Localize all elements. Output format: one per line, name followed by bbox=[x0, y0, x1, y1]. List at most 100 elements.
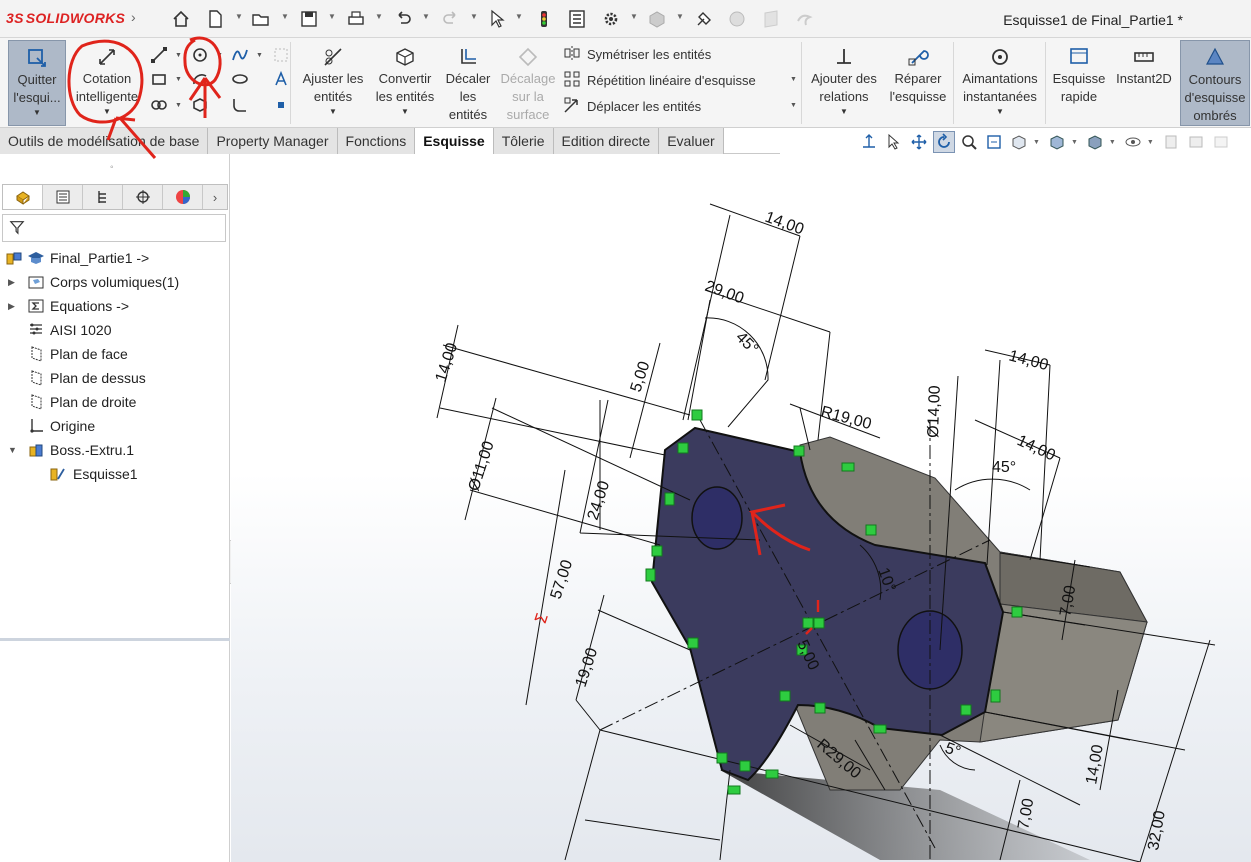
chevron-down-icon[interactable]: ▼ bbox=[1071, 139, 1078, 146]
filter-funnel-icon[interactable] bbox=[9, 219, 25, 238]
chevron-down-icon[interactable]: ▼ bbox=[103, 106, 111, 118]
chevron-down-icon[interactable]: ▼ bbox=[216, 52, 223, 59]
offset-entities-button[interactable]: Décaler les entités bbox=[441, 40, 495, 124]
hide-show-items-icon[interactable] bbox=[1122, 131, 1144, 153]
chevron-down-icon[interactable]: ▼ bbox=[175, 102, 182, 109]
move-entities-button[interactable]: Déplacer les entités bbox=[563, 95, 701, 117]
dim-45-top[interactable]: 45° bbox=[732, 329, 761, 358]
fillet-icon[interactable] bbox=[229, 94, 251, 116]
offset-on-surface-button[interactable]: Décalage sur la surface bbox=[497, 40, 559, 124]
print-icon[interactable] bbox=[345, 8, 367, 30]
dim-7-bottom[interactable]: 7,00 bbox=[1015, 797, 1037, 831]
sheet-icon[interactable] bbox=[760, 8, 782, 30]
smart-dimension-button[interactable]: Cotation intelligente ▼ bbox=[72, 40, 142, 118]
chevron-down-icon[interactable]: ▼ bbox=[33, 107, 41, 119]
chevron-down-icon[interactable]: ▼ bbox=[281, 12, 289, 21]
chevron-down-icon[interactable]: ▼ bbox=[840, 106, 848, 118]
chevron-down-icon[interactable]: ▼ bbox=[1033, 139, 1040, 146]
add-relations-button[interactable]: Ajouter des relations ▼ bbox=[806, 40, 882, 118]
edit-appearance-icon[interactable] bbox=[1160, 131, 1182, 153]
tree-item-part[interactable]: Final_Partie1 -> bbox=[0, 246, 230, 270]
trim-entities-button[interactable]: Ajuster les entités ▼ bbox=[298, 40, 368, 118]
chevron-down-icon[interactable]: ▼ bbox=[996, 106, 1004, 118]
tab-features[interactable]: Fonctions bbox=[337, 128, 416, 154]
convert-entities-button[interactable]: Convertir les entités ▼ bbox=[370, 40, 440, 118]
linear-pattern-button[interactable]: Répétition linéaire d'esquisse bbox=[563, 69, 756, 91]
dim-diameter-14[interactable]: Ø14,00 bbox=[925, 385, 944, 438]
tab-sheet-metal[interactable]: Tôlerie bbox=[493, 128, 554, 154]
dim-14-right-top[interactable]: 14,00 bbox=[1007, 347, 1050, 374]
rotate-view-icon[interactable] bbox=[933, 131, 955, 153]
dimxpert-tab-icon[interactable] bbox=[123, 185, 163, 209]
property-manager-tab-icon[interactable] bbox=[43, 185, 83, 209]
text-icon[interactable] bbox=[270, 68, 292, 90]
dim-24[interactable]: 24,00 bbox=[585, 479, 614, 522]
tree-item-solid-bodies[interactable]: ▶ Corps volumiques(1) bbox=[0, 270, 230, 294]
rectangle-icon[interactable] bbox=[148, 68, 170, 90]
tab-direct-editing[interactable]: Edition directe bbox=[553, 128, 660, 154]
select-arrow-icon[interactable] bbox=[486, 8, 508, 30]
swirl-icon[interactable] bbox=[793, 8, 815, 30]
model-view[interactable]: 14,00 29,00 45° 14,00 5,00 Ø11,00 24,00 … bbox=[231, 154, 1251, 862]
dim-14-lower-right[interactable]: 14,00 bbox=[1083, 743, 1107, 785]
tab-evaluate[interactable]: Evaluer bbox=[659, 128, 724, 154]
zoom-to-area-icon[interactable] bbox=[958, 131, 980, 153]
tree-item-equations[interactable]: ▶ Equations -> bbox=[0, 294, 230, 318]
collapse-arrow-icon[interactable]: ▼ bbox=[8, 445, 17, 455]
chevron-down-icon[interactable]: ▼ bbox=[1147, 139, 1154, 146]
tab-sketch[interactable]: Esquisse bbox=[415, 128, 494, 154]
repair-sketch-button[interactable]: Réparer l'esquisse bbox=[884, 40, 952, 106]
open-folder-icon[interactable] bbox=[250, 8, 272, 30]
home-icon[interactable] bbox=[170, 8, 192, 30]
rebuild-traffic-light-icon[interactable] bbox=[533, 8, 555, 30]
quick-snaps-button[interactable]: Aimantations instantanées ▼ bbox=[955, 40, 1045, 118]
chevron-down-icon[interactable]: ▼ bbox=[175, 52, 182, 59]
tree-item-front-plane[interactable]: Plan de face bbox=[0, 342, 230, 366]
point-icon[interactable] bbox=[270, 94, 292, 116]
tree-item-material[interactable]: AISI 1020 bbox=[0, 318, 230, 342]
dim-5-left[interactable]: 5,00 bbox=[628, 359, 654, 394]
hole-small[interactable] bbox=[691, 486, 743, 550]
instant2d-button[interactable]: Instant2D bbox=[1110, 40, 1178, 88]
undo-icon[interactable] bbox=[392, 8, 414, 30]
rapid-sketch-button[interactable]: Esquisse rapide bbox=[1049, 40, 1109, 106]
snap-tool-icon[interactable] bbox=[693, 8, 715, 30]
section-view-icon[interactable] bbox=[1008, 131, 1030, 153]
tree-item-top-plane[interactable]: Plan de dessus bbox=[0, 366, 230, 390]
panel-grip-handle[interactable]: ◦ bbox=[110, 162, 114, 173]
chevron-down-icon[interactable]: ▼ bbox=[375, 12, 383, 21]
polygon-icon[interactable] bbox=[189, 94, 211, 116]
pan-icon[interactable] bbox=[908, 131, 930, 153]
tree-item-origin[interactable]: Origine bbox=[0, 414, 230, 438]
scene-icon[interactable] bbox=[1185, 131, 1207, 153]
mirror-entities-button[interactable]: Symétriser les entités bbox=[563, 43, 711, 65]
tree-item-sketch1[interactable]: Esquisse1 bbox=[0, 462, 230, 486]
file-properties-icon[interactable] bbox=[566, 8, 588, 30]
chevron-down-icon[interactable]: ▼ bbox=[235, 12, 243, 21]
dim-r19[interactable]: R19,00 bbox=[819, 403, 873, 433]
chevron-down-icon[interactable]: ▼ bbox=[328, 12, 336, 21]
previous-view-icon[interactable] bbox=[983, 131, 1005, 153]
appearance-icon[interactable] bbox=[646, 8, 668, 30]
feature-manager-tab-icon[interactable] bbox=[3, 185, 43, 209]
display-manager-tab-icon[interactable] bbox=[163, 185, 203, 209]
gear-icon[interactable] bbox=[600, 8, 622, 30]
chevron-down-icon[interactable]: ▼ bbox=[470, 12, 478, 21]
render-sphere-icon[interactable] bbox=[726, 8, 748, 30]
configuration-manager-tab-icon[interactable] bbox=[83, 185, 123, 209]
tab-basic-modeling-tools[interactable]: Outils de modélisation de base bbox=[0, 128, 209, 154]
ellipse-icon[interactable] bbox=[229, 68, 251, 90]
graphics-area[interactable]: 14,00 29,00 45° 14,00 5,00 Ø11,00 24,00 … bbox=[231, 154, 1251, 862]
tree-item-right-plane[interactable]: Plan de droite bbox=[0, 390, 230, 414]
chevron-down-icon[interactable]: ▼ bbox=[401, 106, 409, 118]
chevron-down-icon[interactable]: ▼ bbox=[329, 106, 337, 118]
chevron-right-icon[interactable]: › bbox=[131, 9, 136, 25]
dim-diameter-11[interactable]: Ø11,00 bbox=[466, 439, 498, 493]
view-orientation-icon[interactable] bbox=[1046, 131, 1068, 153]
tree-filter[interactable] bbox=[2, 214, 226, 242]
slot-icon[interactable] bbox=[148, 94, 170, 116]
shaded-sketch-contours-button[interactable]: Contours d'esquisse ombrés bbox=[1180, 40, 1250, 126]
arc-icon[interactable] bbox=[189, 68, 211, 90]
dim-14-top[interactable]: 14,00 bbox=[763, 209, 807, 239]
chevron-down-icon[interactable]: ▼ bbox=[790, 102, 797, 109]
